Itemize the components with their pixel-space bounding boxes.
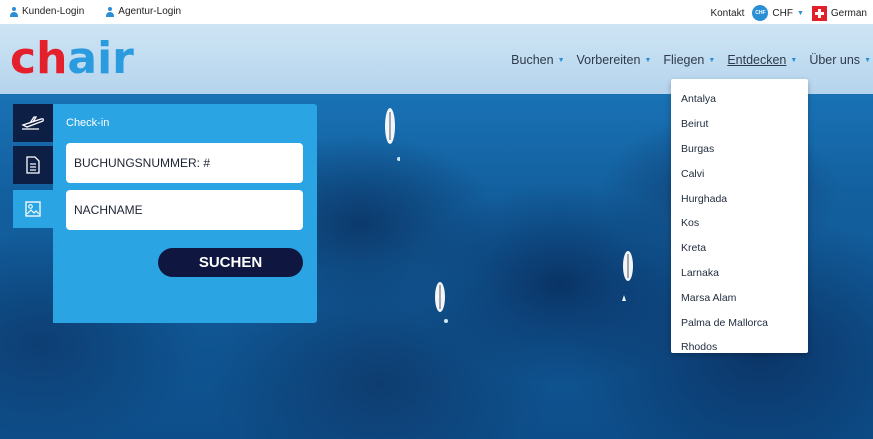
dropdown-item-calvi[interactable]: Calvi <box>671 161 808 186</box>
dropdown-item-rhodos[interactable]: Rhodos <box>671 335 808 360</box>
chevron-down-icon: ▼ <box>557 56 565 64</box>
nav-item-label: Entdecken <box>727 53 787 67</box>
plane-icon <box>21 116 44 130</box>
currency-badge-icon: CHF <box>752 5 769 21</box>
tab-flight[interactable] <box>13 104 53 142</box>
sailboat-image <box>622 251 633 301</box>
panel-title: Check-in <box>66 117 110 129</box>
dropdown-item-kreta[interactable]: Kreta <box>671 236 808 261</box>
destinations-dropdown: Antalya Beirut Burgas Calvi Hurghada Kos… <box>671 79 808 353</box>
contact-link[interactable]: Kontakt <box>710 8 744 19</box>
currency-label: CHF <box>772 7 793 19</box>
agency-login-link[interactable]: Agentur-Login <box>106 6 181 17</box>
customer-login-label: Kunden-Login <box>22 6 85 17</box>
last-name-input[interactable] <box>66 190 303 230</box>
sailboat-image <box>435 282 448 323</box>
dropdown-item-palma-de-mallorca[interactable]: Palma de Mallorca <box>671 310 808 335</box>
dropdown-item-kos[interactable]: Kos <box>671 211 808 236</box>
nav-item-entdecken[interactable]: Entdecken ▼ <box>727 53 797 67</box>
top-utility-bar: Kunden-Login Agentur-Login Kontakt CHF C… <box>0 0 873 24</box>
chevron-down-icon: ▼ <box>708 56 716 64</box>
dropdown-item-larnaka[interactable]: Larnaka <box>671 261 808 286</box>
dropdown-item-hurghada[interactable]: Hurghada <box>671 186 808 211</box>
dropdown-item-burgas[interactable]: Burgas <box>671 137 808 162</box>
language-label: German <box>830 7 867 19</box>
tab-checkin[interactable] <box>13 190 53 228</box>
chair-logo[interactable]: chair <box>10 34 134 84</box>
nav-item-label: Über uns <box>809 53 861 67</box>
dropdown-item-marsa-alam[interactable]: Marsa Alam <box>671 285 808 310</box>
logo-part-air: air <box>67 33 134 84</box>
nav-item-label: Fliegen <box>663 53 705 67</box>
checkin-panel: Check-in SUCHEN <box>53 104 317 323</box>
user-icon <box>10 6 18 17</box>
chevron-down-icon: ▼ <box>796 9 804 17</box>
main-navigation: Buchen ▼ Vorbereiten ▼ Fliegen ▼ Entdeck… <box>511 53 871 67</box>
booking-number-input[interactable] <box>66 143 303 183</box>
user-icon <box>106 6 115 17</box>
nav-item-label: Vorbereiten <box>576 53 641 67</box>
swiss-flag-icon <box>811 5 827 21</box>
chevron-down-icon: ▼ <box>864 56 871 64</box>
nav-item-label: Buchen <box>511 53 554 67</box>
agency-login-label: Agentur-Login <box>118 6 182 17</box>
nav-item-vorbereiten[interactable]: Vorbereiten ▼ <box>577 53 652 67</box>
dropdown-item-antalya[interactable]: Antalya <box>671 87 808 112</box>
currency-selector[interactable]: CHF CHF ▼ <box>752 5 804 21</box>
nav-item-ueber-uns[interactable]: Über uns ▼ <box>809 53 871 67</box>
dropdown-item-beirut[interactable]: Beirut <box>671 112 808 137</box>
image-icon <box>25 201 41 217</box>
language-selector[interactable]: German <box>811 5 867 21</box>
nav-item-buchen[interactable]: Buchen ▼ <box>511 53 564 67</box>
chevron-down-icon: ▼ <box>790 56 798 64</box>
search-button[interactable]: SUCHEN <box>158 248 303 277</box>
sailboat-image <box>385 108 400 161</box>
document-icon <box>26 156 40 174</box>
logo-part-ch: ch <box>10 33 68 84</box>
tab-documents[interactable] <box>13 146 53 184</box>
chevron-down-icon: ▼ <box>644 56 652 64</box>
customer-login-link[interactable]: Kunden-Login <box>10 6 84 17</box>
nav-item-fliegen[interactable]: Fliegen ▼ <box>663 53 715 67</box>
